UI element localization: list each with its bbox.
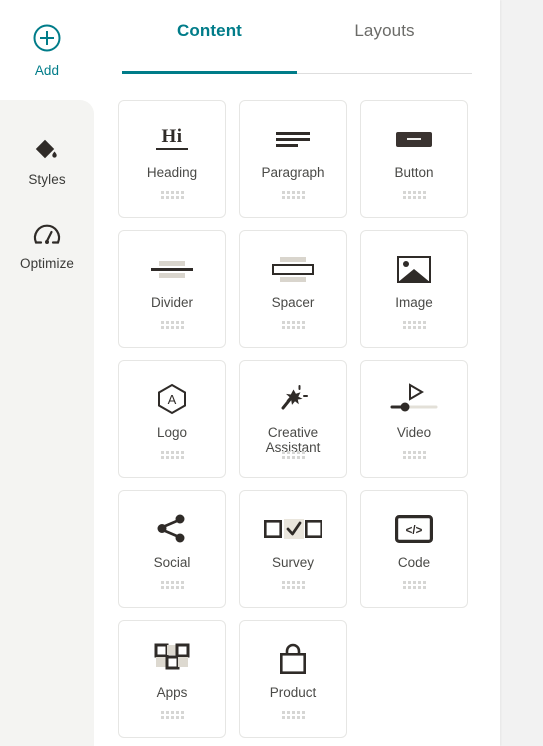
svg-text:A: A	[168, 392, 177, 407]
block-card-product[interactable]: Product	[239, 620, 347, 738]
block-card-heading[interactable]: Hi Heading	[118, 100, 226, 218]
rail-sections: Styles Optimize	[0, 100, 94, 746]
magic-wand-icon	[263, 381, 323, 417]
block-card-label: Product	[269, 685, 317, 700]
rail-item-styles[interactable]: Styles	[0, 118, 94, 202]
drag-handle-icon[interactable]	[119, 191, 225, 199]
block-card-label: Logo	[156, 425, 188, 440]
block-card-label: Code	[397, 555, 431, 570]
block-card-label: Social	[153, 555, 191, 570]
block-card-video[interactable]: Video	[360, 360, 468, 478]
drag-handle-icon[interactable]	[240, 711, 346, 719]
apps-grid-icon	[142, 641, 202, 677]
drag-handle-icon[interactable]	[240, 191, 346, 199]
block-card-label: Button	[394, 165, 434, 180]
drag-handle-icon[interactable]	[119, 581, 225, 589]
block-card-apps[interactable]: Apps	[118, 620, 226, 738]
block-card-label: Heading	[146, 165, 198, 180]
speedometer-icon	[32, 218, 62, 252]
rail-item-add[interactable]: Add	[0, 0, 94, 100]
drag-handle-icon[interactable]	[119, 451, 225, 459]
divider-icon	[142, 251, 202, 287]
spacer-icon	[263, 251, 323, 287]
image-icon	[384, 251, 444, 287]
share-icon	[142, 511, 202, 547]
block-card-divider[interactable]: Divider	[118, 230, 226, 348]
block-card-code[interactable]: </> Code	[360, 490, 468, 608]
content-area: Content Layouts Hi Heading Paragraph But…	[94, 0, 500, 746]
video-play-slider-icon	[384, 381, 444, 417]
tab-layouts[interactable]: Layouts	[297, 0, 472, 74]
block-card-label: Paragraph	[261, 165, 325, 180]
block-card-label: Spacer	[271, 295, 315, 310]
block-card-button[interactable]: Button	[360, 100, 468, 218]
paragraph-icon	[263, 121, 323, 157]
code-brackets-icon: </>	[384, 511, 444, 547]
active-tab-indicator	[122, 71, 297, 74]
content-blocks-grid: Hi Heading Paragraph Button Divider Spac…	[94, 74, 500, 738]
tab-content[interactable]: Content	[122, 0, 297, 74]
button-icon	[384, 121, 444, 157]
drag-handle-icon[interactable]	[240, 451, 346, 459]
panel-tabs: Content Layouts	[122, 0, 472, 74]
block-card-image[interactable]: Image	[360, 230, 468, 348]
block-card-paragraph[interactable]: Paragraph	[239, 100, 347, 218]
block-card-social[interactable]: Social	[118, 490, 226, 608]
block-card-logo[interactable]: A Logo	[118, 360, 226, 478]
block-card-creative-assistant[interactable]: Creative Assistant	[239, 360, 347, 478]
rail-item-styles-label: Styles	[28, 171, 66, 187]
tab-layouts-label: Layouts	[354, 21, 415, 40]
block-card-label: Divider	[150, 295, 193, 310]
logo-hexagon-icon: A	[142, 381, 202, 417]
block-card-spacer[interactable]: Spacer	[239, 230, 347, 348]
drag-handle-icon[interactable]	[361, 581, 467, 589]
survey-checkbox-icon	[263, 511, 323, 547]
paint-drop-icon	[32, 134, 62, 168]
block-card-label: Video	[396, 425, 432, 440]
svg-text:</>: </>	[406, 525, 423, 537]
drag-handle-icon[interactable]	[361, 321, 467, 329]
drag-handle-icon[interactable]	[361, 451, 467, 459]
drag-handle-icon[interactable]	[240, 581, 346, 589]
block-card-survey[interactable]: Survey	[239, 490, 347, 608]
rail-item-optimize-label: Optimize	[19, 255, 75, 271]
heading-icon: Hi	[142, 121, 202, 157]
block-card-label: Image	[395, 295, 433, 310]
tab-content-label: Content	[177, 21, 242, 40]
rail-item-optimize[interactable]: Optimize	[0, 202, 94, 286]
block-card-label: Apps	[156, 685, 188, 700]
shopping-bag-icon	[263, 641, 323, 677]
left-rail: Add Styles Optimize	[0, 0, 94, 746]
plus-circle-icon	[32, 23, 62, 58]
rail-item-add-label: Add	[34, 62, 60, 78]
drag-handle-icon[interactable]	[119, 321, 225, 329]
block-card-label: Survey	[271, 555, 315, 570]
content-studio-panel: Add Styles Optimize Content Layouts Hi H…	[0, 0, 543, 746]
drag-handle-icon[interactable]	[240, 321, 346, 329]
drag-handle-icon[interactable]	[361, 191, 467, 199]
drag-handle-icon[interactable]	[119, 711, 225, 719]
